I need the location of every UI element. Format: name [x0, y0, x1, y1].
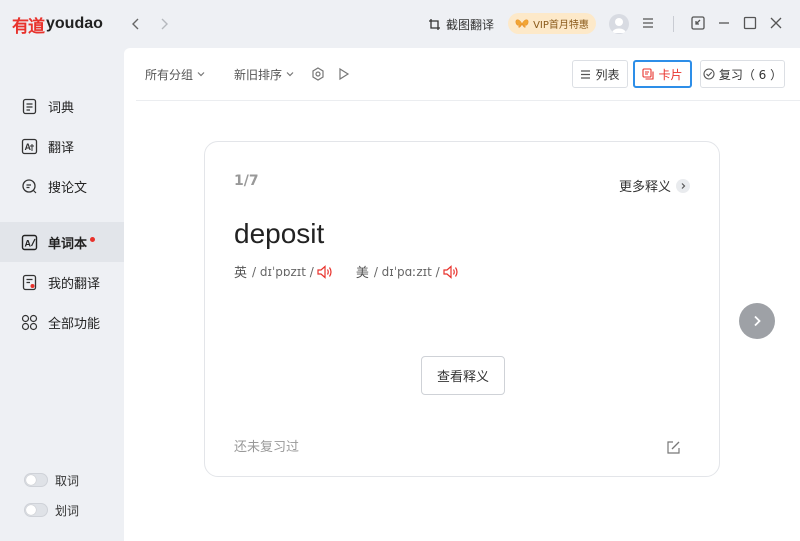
- card-view-button[interactable]: 卡片: [633, 60, 692, 88]
- us-speaker-button[interactable]: [442, 264, 460, 280]
- word-capture-toggle[interactable]: [24, 473, 48, 487]
- review-status: 还未复习过: [234, 440, 300, 455]
- chevron-right-icon: [754, 315, 761, 327]
- uk-phonetic: / dɪˈpɒzɪt /: [252, 264, 314, 279]
- list-icon: [581, 69, 591, 79]
- main-panel: 所有分组 新旧排序 列表 卡片 复习（ 6 ） 1/7 更多释义 deposit: [124, 48, 800, 541]
- word-card: 1/7 更多释义 deposit 英 / dɪˈpɒzɪt / 美 / dɪˈp…: [204, 141, 720, 477]
- word-select-label: 划词: [55, 503, 80, 518]
- word-select-toggle[interactable]: [24, 503, 48, 517]
- card-icon: [642, 68, 655, 80]
- sidebar-item-my-translation[interactable]: 我的翻译: [0, 262, 124, 302]
- sidebar-item-dictionary[interactable]: 词典: [0, 86, 124, 126]
- notification-dot: [90, 236, 96, 242]
- phonetics-row: 英 / dɪˈpɒzɪt / 美 / dɪˈpɑːzɪt /: [234, 262, 482, 281]
- minimize-icon: [719, 22, 729, 24]
- sidebar-item-label: 翻译: [48, 140, 75, 156]
- crop-icon: [429, 18, 440, 30]
- sort-label: 新旧排序: [234, 67, 283, 82]
- review-label: 复习（ 6 ）: [718, 67, 783, 82]
- word-select-toggle-row[interactable]: 划词: [24, 501, 79, 519]
- gear-icon: [312, 67, 324, 81]
- list-view-label: 列表: [595, 67, 620, 82]
- us-pronunciation: 美 / dɪˈpɑːzɪt /: [356, 262, 460, 281]
- sidebar-item-wordbook[interactable]: A 单词本: [0, 222, 124, 262]
- close-button[interactable]: [768, 15, 784, 31]
- more-definitions-label: 更多释义: [618, 180, 671, 195]
- us-label: 美: [355, 266, 369, 281]
- chevron-down-icon: [197, 72, 205, 77]
- title-bar: 有道 youdao 截图翻译 VIP首月特惠: [0, 0, 800, 48]
- vip-badge-label: VIP首月特惠: [533, 20, 589, 31]
- logo-chinese: 有道: [12, 16, 45, 37]
- close-icon: [770, 17, 782, 29]
- group-filter-dropdown[interactable]: 所有分组: [145, 65, 205, 83]
- sidebar-item-all-features[interactable]: 全部功能: [0, 302, 124, 342]
- chevron-left-icon: [132, 18, 139, 30]
- dictionary-icon: [22, 98, 37, 114]
- logo-english: youdao: [46, 15, 103, 32]
- mini-window-icon: [691, 16, 705, 30]
- group-filter-label: 所有分组: [145, 67, 194, 82]
- toolbar-divider: [136, 100, 800, 101]
- menu-button[interactable]: [640, 15, 656, 31]
- back-button[interactable]: [129, 16, 143, 32]
- sidebar-item-translate[interactable]: A 翻译: [0, 126, 124, 166]
- titlebar-divider: [673, 16, 674, 32]
- list-view-button[interactable]: 列表: [572, 60, 628, 88]
- butterfly-icon: [515, 19, 529, 28]
- sidebar-item-search-paper[interactable]: 搜论文: [0, 166, 124, 206]
- edit-icon: [667, 441, 680, 454]
- chevron-right-icon: [676, 178, 690, 193]
- settings-button[interactable]: [311, 67, 325, 81]
- card-view-label: 卡片: [658, 67, 683, 82]
- my-translation-icon: [22, 274, 37, 290]
- chevron-right-icon: [161, 18, 168, 30]
- next-card-button[interactable]: [739, 303, 775, 339]
- view-meaning-button[interactable]: 查看释义: [421, 356, 505, 395]
- minimize-button[interactable]: [716, 15, 732, 31]
- translate-icon: A: [21, 138, 38, 154]
- chevron-down-icon: [286, 72, 294, 77]
- svg-text:A: A: [25, 142, 32, 152]
- maximize-button[interactable]: [742, 15, 758, 31]
- maximize-icon: [743, 16, 757, 30]
- mini-mode-button[interactable]: [690, 15, 706, 31]
- word-capture-toggle-row[interactable]: 取词: [24, 471, 79, 489]
- us-phonetic: / dɪˈpɑːzɪt /: [373, 264, 440, 279]
- speaker-icon: [443, 264, 458, 279]
- sort-dropdown[interactable]: 新旧排序: [234, 65, 294, 83]
- sidebar-item-label: 词典: [48, 100, 75, 116]
- svg-text:A: A: [25, 238, 32, 248]
- user-avatar[interactable]: [609, 14, 629, 34]
- headword: deposit: [234, 218, 325, 249]
- word-capture-label: 取词: [55, 473, 80, 488]
- sidebar-item-label: 单词本: [48, 236, 88, 252]
- screenshot-translate-button[interactable]: 截图翻译: [428, 14, 494, 34]
- uk-label: 英: [234, 266, 248, 281]
- wordbook-icon: A: [21, 234, 38, 250]
- card-counter: 1/7: [234, 173, 259, 189]
- app-logo: 有道 youdao: [12, 12, 103, 37]
- play-button[interactable]: [338, 67, 350, 81]
- sidebar-item-label: 我的翻译: [48, 276, 101, 292]
- vip-promo-badge[interactable]: VIP首月特惠: [508, 13, 596, 34]
- screenshot-translate-label: 截图翻译: [446, 17, 495, 32]
- hamburger-icon: [643, 18, 653, 28]
- more-definitions-link[interactable]: 更多释义: [619, 176, 690, 195]
- speaker-icon: [317, 264, 332, 279]
- sidebar-item-label: 全部功能: [48, 316, 101, 332]
- forward-button[interactable]: [157, 16, 171, 32]
- uk-pronunciation: 英 / dɪˈpɒzɪt /: [234, 262, 334, 281]
- search-paper-icon: [22, 178, 37, 193]
- play-icon: [339, 67, 350, 81]
- review-button[interactable]: 复习（ 6 ）: [700, 60, 785, 88]
- all-features-icon: [21, 314, 38, 330]
- uk-speaker-button[interactable]: [316, 264, 334, 280]
- avatar-icon: [612, 18, 626, 33]
- sidebar-item-label: 搜论文: [48, 180, 88, 196]
- edit-button[interactable]: [666, 440, 681, 455]
- sidebar: 词典 A 翻译 搜论文 A 单词本 我的翻译 全部功能 取词 划词: [0, 48, 124, 541]
- check-circle-icon: [703, 68, 715, 80]
